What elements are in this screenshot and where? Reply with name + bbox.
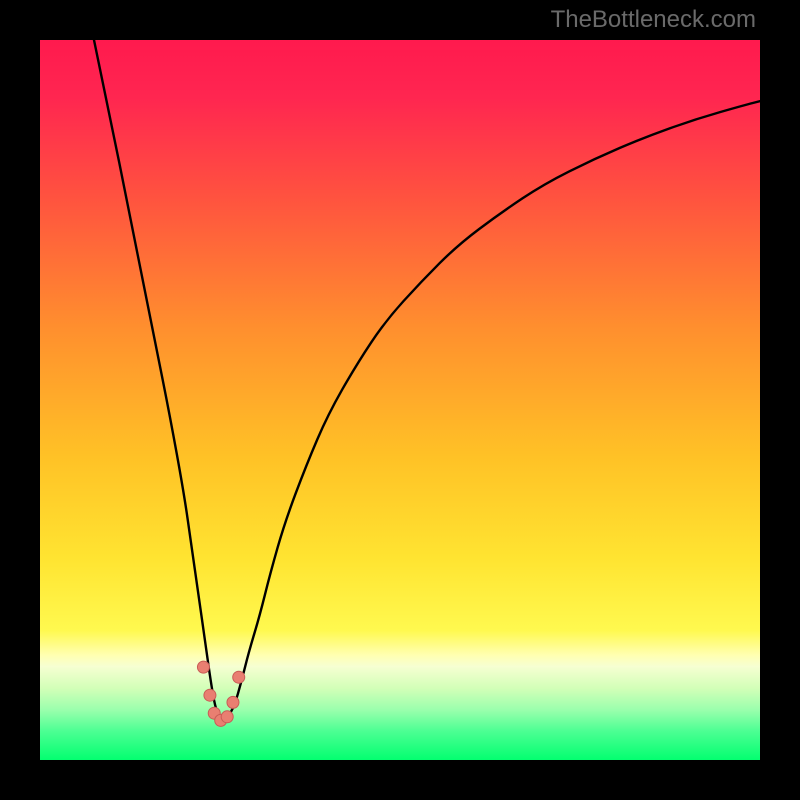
bottleneck-curve [94,40,760,719]
watermark-text: TheBottleneck.com [551,6,756,34]
marker-dot [227,696,239,708]
plot-area [40,40,760,760]
curve-layer [40,40,760,760]
marker-dot [221,711,233,723]
chart-frame: TheBottleneck.com [0,0,800,800]
marker-dot [204,689,216,701]
marker-dot [233,671,245,683]
marker-dot [197,661,209,673]
